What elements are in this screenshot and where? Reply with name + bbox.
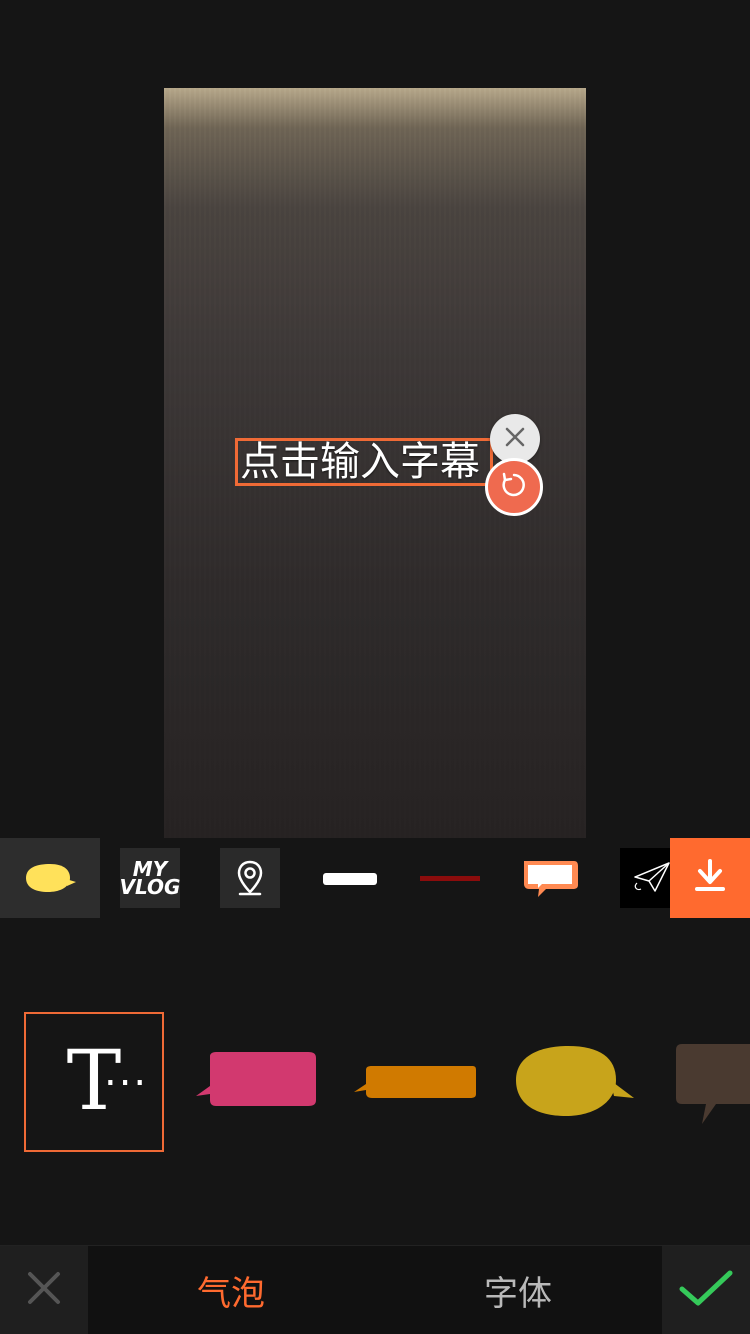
download-icon [689,855,731,901]
text-style-ellipsis: ... [104,1049,149,1095]
paper-plane-icon [634,862,670,892]
tab-bubble[interactable]: 气泡 [88,1246,374,1334]
location-pin-icon [237,860,263,896]
white-bar-sticker[interactable] [300,838,400,918]
red-line-icon [420,876,480,881]
orange-bubble-icon [354,1066,476,1098]
delete-caption-button[interactable] [490,414,540,464]
brown-bubble-style[interactable] [670,1040,750,1130]
yellow-bubble-style[interactable] [510,1040,640,1124]
white-bar-icon [323,873,377,885]
checkmark-icon [678,1267,734,1313]
caption-style-list: T ... [0,1000,750,1160]
close-icon [504,426,526,452]
orange-bubble-style[interactable] [350,1062,480,1108]
yellow-bubble-icon [26,864,76,892]
download-stickers-button[interactable] [670,838,750,918]
magenta-bubble-style[interactable] [190,1048,320,1120]
text-style-default[interactable]: T ... [24,1012,164,1152]
confirm-button[interactable] [662,1246,750,1334]
close-icon [24,1268,64,1312]
yellow-speech-bubble-sticker[interactable] [0,838,100,918]
tab-font-label: 字体 [484,1273,552,1314]
tab-font[interactable]: 字体 [374,1246,662,1334]
rotate-scale-button[interactable] [485,458,543,516]
magenta-bubble-icon [196,1052,316,1106]
red-line-sticker[interactable] [400,838,500,918]
brown-bubble-icon [676,1044,750,1124]
my-vlog-sticker[interactable]: MY VLOG [100,838,200,918]
my-vlog-label-vlog: VLOG [119,875,181,899]
sticker-bar: MY VLOG [0,838,750,918]
caption-text-box[interactable]: 点击输入字幕 [235,438,493,486]
yellow-bubble-icon [516,1046,634,1116]
location-pin-sticker[interactable] [200,838,300,918]
tab-bubble-label: 气泡 [197,1273,265,1314]
rotate-icon [499,470,529,504]
bottom-toolbar: 气泡 字体 [0,1245,750,1334]
orange-bubble-icon [524,861,578,897]
orange-speech-bubble-sticker[interactable] [500,838,600,918]
cancel-button[interactable] [0,1246,88,1334]
caption-placeholder: 点击输入字幕 [240,439,480,485]
